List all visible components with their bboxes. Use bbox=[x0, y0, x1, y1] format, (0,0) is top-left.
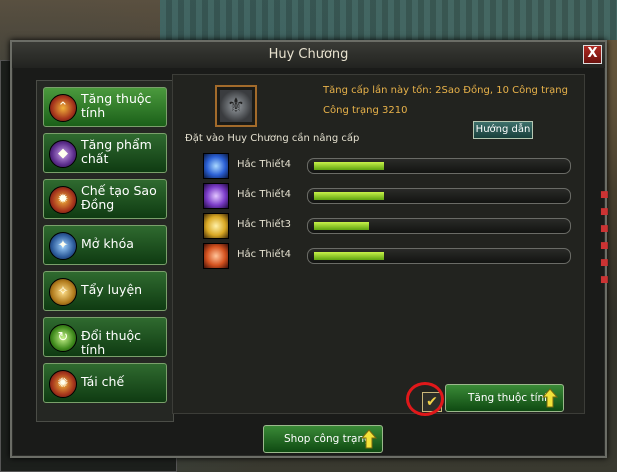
attribute-progress-fill bbox=[314, 222, 369, 230]
up-arrow-icon: ⌃ bbox=[49, 94, 77, 122]
guide-button[interactable]: Hướng dẫn bbox=[473, 121, 533, 139]
merit-points-text: Công trạng 3210 bbox=[323, 105, 408, 116]
attribute-row: Hắc Thiết4 bbox=[203, 183, 573, 209]
arrow-up-icon bbox=[542, 388, 558, 408]
sidebar-item-label: Mở khóa bbox=[81, 236, 134, 251]
sidebar-item-label: Tái chế bbox=[81, 374, 125, 389]
sidebar-item-label: Tăng thuộc tính bbox=[81, 91, 152, 120]
sidebar-item-tay-luyen[interactable]: ✧ Tẩy luyện bbox=[43, 271, 167, 311]
quality-icon: ◆ bbox=[49, 140, 77, 168]
highlight-circle bbox=[406, 382, 444, 416]
star-craft-icon: ✹ bbox=[49, 186, 77, 214]
upgrade-panel: ⚜ Tăng cấp lần này tốn: 2Sao Đồng, 10 Cô… bbox=[172, 74, 585, 414]
attribute-progress-bar bbox=[307, 218, 571, 234]
attribute-name: Hắc Thiết3 bbox=[237, 219, 291, 230]
place-medal-hint: Đặt vào Huy Chương cần nâng cấp bbox=[185, 133, 360, 144]
sidebar-item-label: Tăng phẩm chất bbox=[81, 137, 152, 166]
attribute-icon bbox=[203, 243, 229, 269]
attribute-name: Hắc Thiết4 bbox=[237, 249, 291, 260]
attribute-row: Hắc Thiết4 bbox=[203, 153, 573, 179]
shop-merit-label: Shop công trạng bbox=[284, 433, 371, 445]
attribute-progress-fill bbox=[314, 192, 384, 200]
attribute-icon bbox=[203, 213, 229, 239]
attribute-name: Hắc Thiết4 bbox=[237, 159, 291, 170]
attribute-progress-fill bbox=[314, 252, 384, 260]
window-title: Huy Chương bbox=[268, 47, 349, 62]
window-titlebar[interactable]: Huy Chương bbox=[12, 42, 605, 68]
sidebar-item-label: Tẩy luyện bbox=[81, 282, 143, 297]
attribute-progress-bar bbox=[307, 248, 571, 264]
sidebar-item-che-tao-sao-dong[interactable]: ✹ Chế tạo Sao Đồng bbox=[43, 179, 167, 219]
attribute-row: Hắc Thiết4 bbox=[203, 243, 573, 269]
attribute-icon bbox=[203, 183, 229, 209]
medal-window: Huy Chương X ⌃ Tăng thuộc tính ◆ Tăng ph… bbox=[10, 40, 607, 458]
refine-icon: ✧ bbox=[49, 278, 77, 306]
attribute-progress-bar bbox=[307, 158, 571, 174]
attribute-progress-fill bbox=[314, 162, 384, 170]
shop-merit-button[interactable]: Shop công trạng bbox=[263, 425, 383, 453]
sidebar-item-doi-thuoc-tinh[interactable]: ↻ Đổi thuộc tính bbox=[43, 317, 167, 357]
close-button[interactable]: X bbox=[583, 45, 602, 64]
attribute-progress-bar bbox=[307, 188, 571, 204]
sidebar-item-tang-thuoc-tinh[interactable]: ⌃ Tăng thuộc tính bbox=[43, 87, 167, 127]
medal-icon: ⚜ bbox=[220, 90, 252, 122]
sidebar-item-label: Chế tạo Sao Đồng bbox=[81, 183, 157, 212]
upgrade-attribute-label: Tăng thuộc tính bbox=[468, 392, 551, 404]
arrow-up-icon bbox=[361, 429, 377, 449]
upgrade-cost-text: Tăng cấp lần này tốn: 2Sao Đồng, 10 Công… bbox=[323, 85, 568, 96]
swap-icon: ↻ bbox=[49, 324, 77, 352]
sidebar-item-label: Đổi thuộc tính bbox=[81, 328, 142, 357]
attribute-row: Hắc Thiết3 bbox=[203, 213, 573, 239]
sidebar-item-mo-khoa[interactable]: ✦ Mở khóa bbox=[43, 225, 167, 265]
attribute-name: Hắc Thiết4 bbox=[237, 189, 291, 200]
recycle-icon: ✺ bbox=[49, 370, 77, 398]
sidebar-item-tang-pham-chat[interactable]: ◆ Tăng phẩm chất bbox=[43, 133, 167, 173]
function-sidebar: ⌃ Tăng thuộc tính ◆ Tăng phẩm chất ✹ Chế… bbox=[36, 80, 174, 422]
upgrade-attribute-button[interactable]: Tăng thuộc tính bbox=[445, 384, 564, 412]
background-chat-marks: ■ ■ ■ ■ ■ ■ bbox=[600, 190, 609, 285]
medal-slot[interactable]: ⚜ bbox=[215, 85, 257, 127]
unlock-icon: ✦ bbox=[49, 232, 77, 260]
sidebar-item-tai-che[interactable]: ✺ Tái chế bbox=[43, 363, 167, 403]
background-roof bbox=[160, 0, 617, 40]
attribute-icon bbox=[203, 153, 229, 179]
